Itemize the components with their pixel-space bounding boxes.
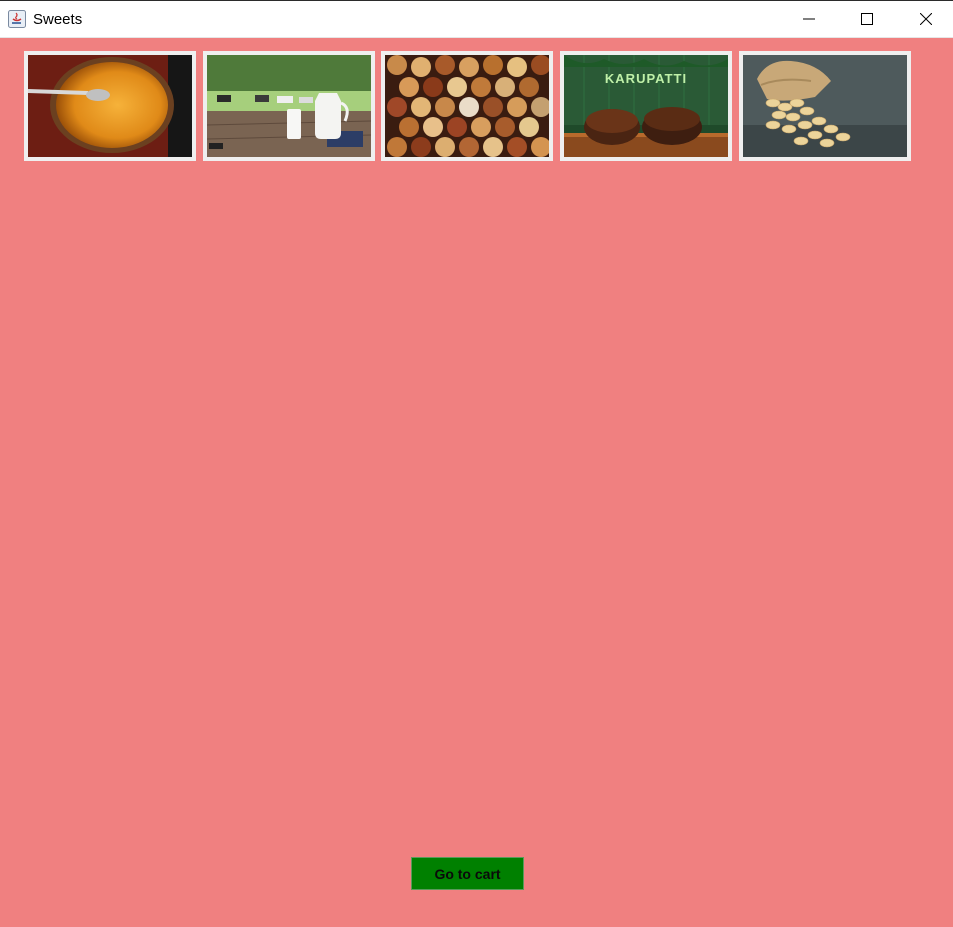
milk-farm-image [207, 55, 371, 157]
app-window: Sweets KARUPATTI Go to cart [0, 0, 953, 927]
title-bar: Sweets [0, 1, 953, 38]
karupatti-caption: KARUPATTI [605, 71, 687, 86]
product-thumbnail-cashew[interactable] [739, 51, 911, 161]
java-app-icon [8, 10, 26, 28]
dry-fruits-bowls-image [385, 55, 549, 157]
minimize-button[interactable] [780, 1, 838, 37]
karupatti-jaggery-image: KARUPATTI [564, 55, 728, 157]
go-to-cart-button[interactable]: Go to cart [411, 857, 524, 890]
product-thumbnail-honey[interactable] [24, 51, 196, 161]
close-button[interactable] [897, 1, 953, 37]
product-thumbnail-milk[interactable] [203, 51, 375, 161]
maximize-icon [861, 13, 873, 25]
product-thumbnail-karupatti[interactable]: KARUPATTI [560, 51, 732, 161]
close-icon [920, 13, 932, 25]
maximize-button[interactable] [838, 1, 896, 37]
window-title: Sweets [33, 11, 83, 28]
product-thumbnail-dry-fruits[interactable] [381, 51, 553, 161]
honey-bowl-image [28, 55, 192, 157]
minimize-icon [803, 18, 815, 20]
cashew-sack-image [743, 55, 907, 157]
